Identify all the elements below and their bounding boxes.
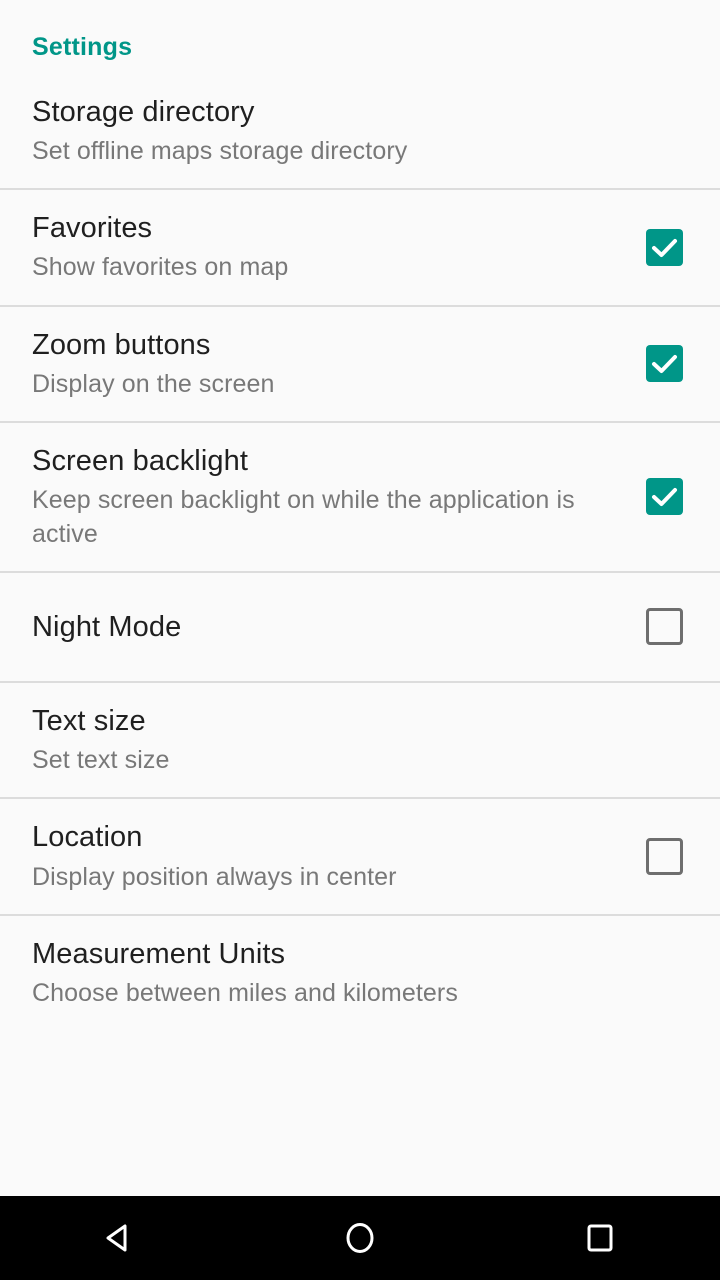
preference-title: Location: [32, 821, 143, 854]
preference-title: Screen backlight: [32, 445, 248, 477]
preference-row[interactable]: Storage directory Set offline maps storag…: [0, 73, 720, 189]
preference-container: Storage directory Set offline maps storag…: [0, 73, 720, 1031]
checkbox-checked-icon[interactable]: [645, 345, 683, 383]
preference-text: Location Display position always in cente…: [32, 799, 624, 914]
nav-back-button[interactable]: [60, 1196, 180, 1280]
preference-text: Text size Set text size: [32, 683, 624, 798]
section-header-settings: Settings: [32, 33, 133, 61]
preference-row[interactable]: Favorites Show favorites on map: [0, 190, 720, 305]
preference-text: Storage directory Set offline maps storag…: [32, 74, 624, 189]
checkbox-unchecked-icon[interactable]: [645, 608, 683, 646]
preference-title: Text size: [32, 704, 146, 737]
preference-accessory[interactable]: [638, 228, 690, 266]
preference-row[interactable]: Measurement Units Choose between miles an…: [0, 915, 720, 1031]
nav-home-button[interactable]: [300, 1196, 420, 1280]
preference-summary: Set offline maps storage directory: [32, 136, 408, 165]
preference-title: Night Mode: [32, 610, 182, 643]
preference-accessory[interactable]: [638, 478, 690, 516]
preference-summary: Keep screen backlight on while the appli…: [32, 486, 575, 548]
preference-title: Zoom buttons: [32, 328, 211, 361]
android-navigation-bar: [0, 1196, 720, 1280]
preference-title: Storage directory: [32, 95, 255, 128]
preference-summary: Display on the screen: [32, 369, 275, 398]
preference-row[interactable]: Screen backlight Keep screen backlight on…: [0, 423, 720, 571]
preference-accessory[interactable]: [638, 345, 690, 383]
preference-accessory[interactable]: [638, 608, 690, 646]
settings-screen: Settings Storage directory Set offline ma…: [0, 0, 720, 1280]
preference-text: Favorites Show favorites on map: [32, 190, 624, 305]
preference-summary: Set text size: [32, 746, 170, 774]
back-icon: [98, 1216, 142, 1260]
preference-summary: Choose between miles and kilometers: [32, 979, 458, 1007]
preference-title: Measurement Units: [32, 937, 286, 970]
recents-icon: [578, 1216, 622, 1260]
settings-scroll-list[interactable]: Settings Storage directory Set offline ma…: [0, 0, 720, 1196]
preference-text: Night Mode: [32, 589, 624, 665]
preference-summary: Show favorites on map: [32, 253, 289, 282]
preference-row[interactable]: Location Display position always in cente…: [0, 799, 720, 914]
preference-text: Screen backlight Keep screen backlight on…: [32, 423, 624, 571]
preference-text: Measurement Units Choose between miles an…: [32, 916, 624, 1031]
preference-row[interactable]: Text size Set text size: [0, 682, 720, 798]
preference-title: Favorites: [32, 212, 153, 244]
preference-row[interactable]: Zoom buttons Display on the screen: [0, 306, 720, 422]
nav-recents-button[interactable]: [540, 1196, 660, 1280]
preference-accessory[interactable]: [638, 838, 690, 875]
preference-summary: Display position always in center: [32, 862, 397, 891]
preference-text: Zoom buttons Display on the screen: [32, 307, 624, 422]
home-icon: [338, 1216, 382, 1260]
checkbox-checked-icon[interactable]: [645, 228, 683, 266]
checkbox-unchecked-icon[interactable]: [645, 838, 683, 875]
checkbox-checked-icon[interactable]: [645, 478, 683, 516]
preference-row[interactable]: Night Mode: [0, 572, 720, 681]
